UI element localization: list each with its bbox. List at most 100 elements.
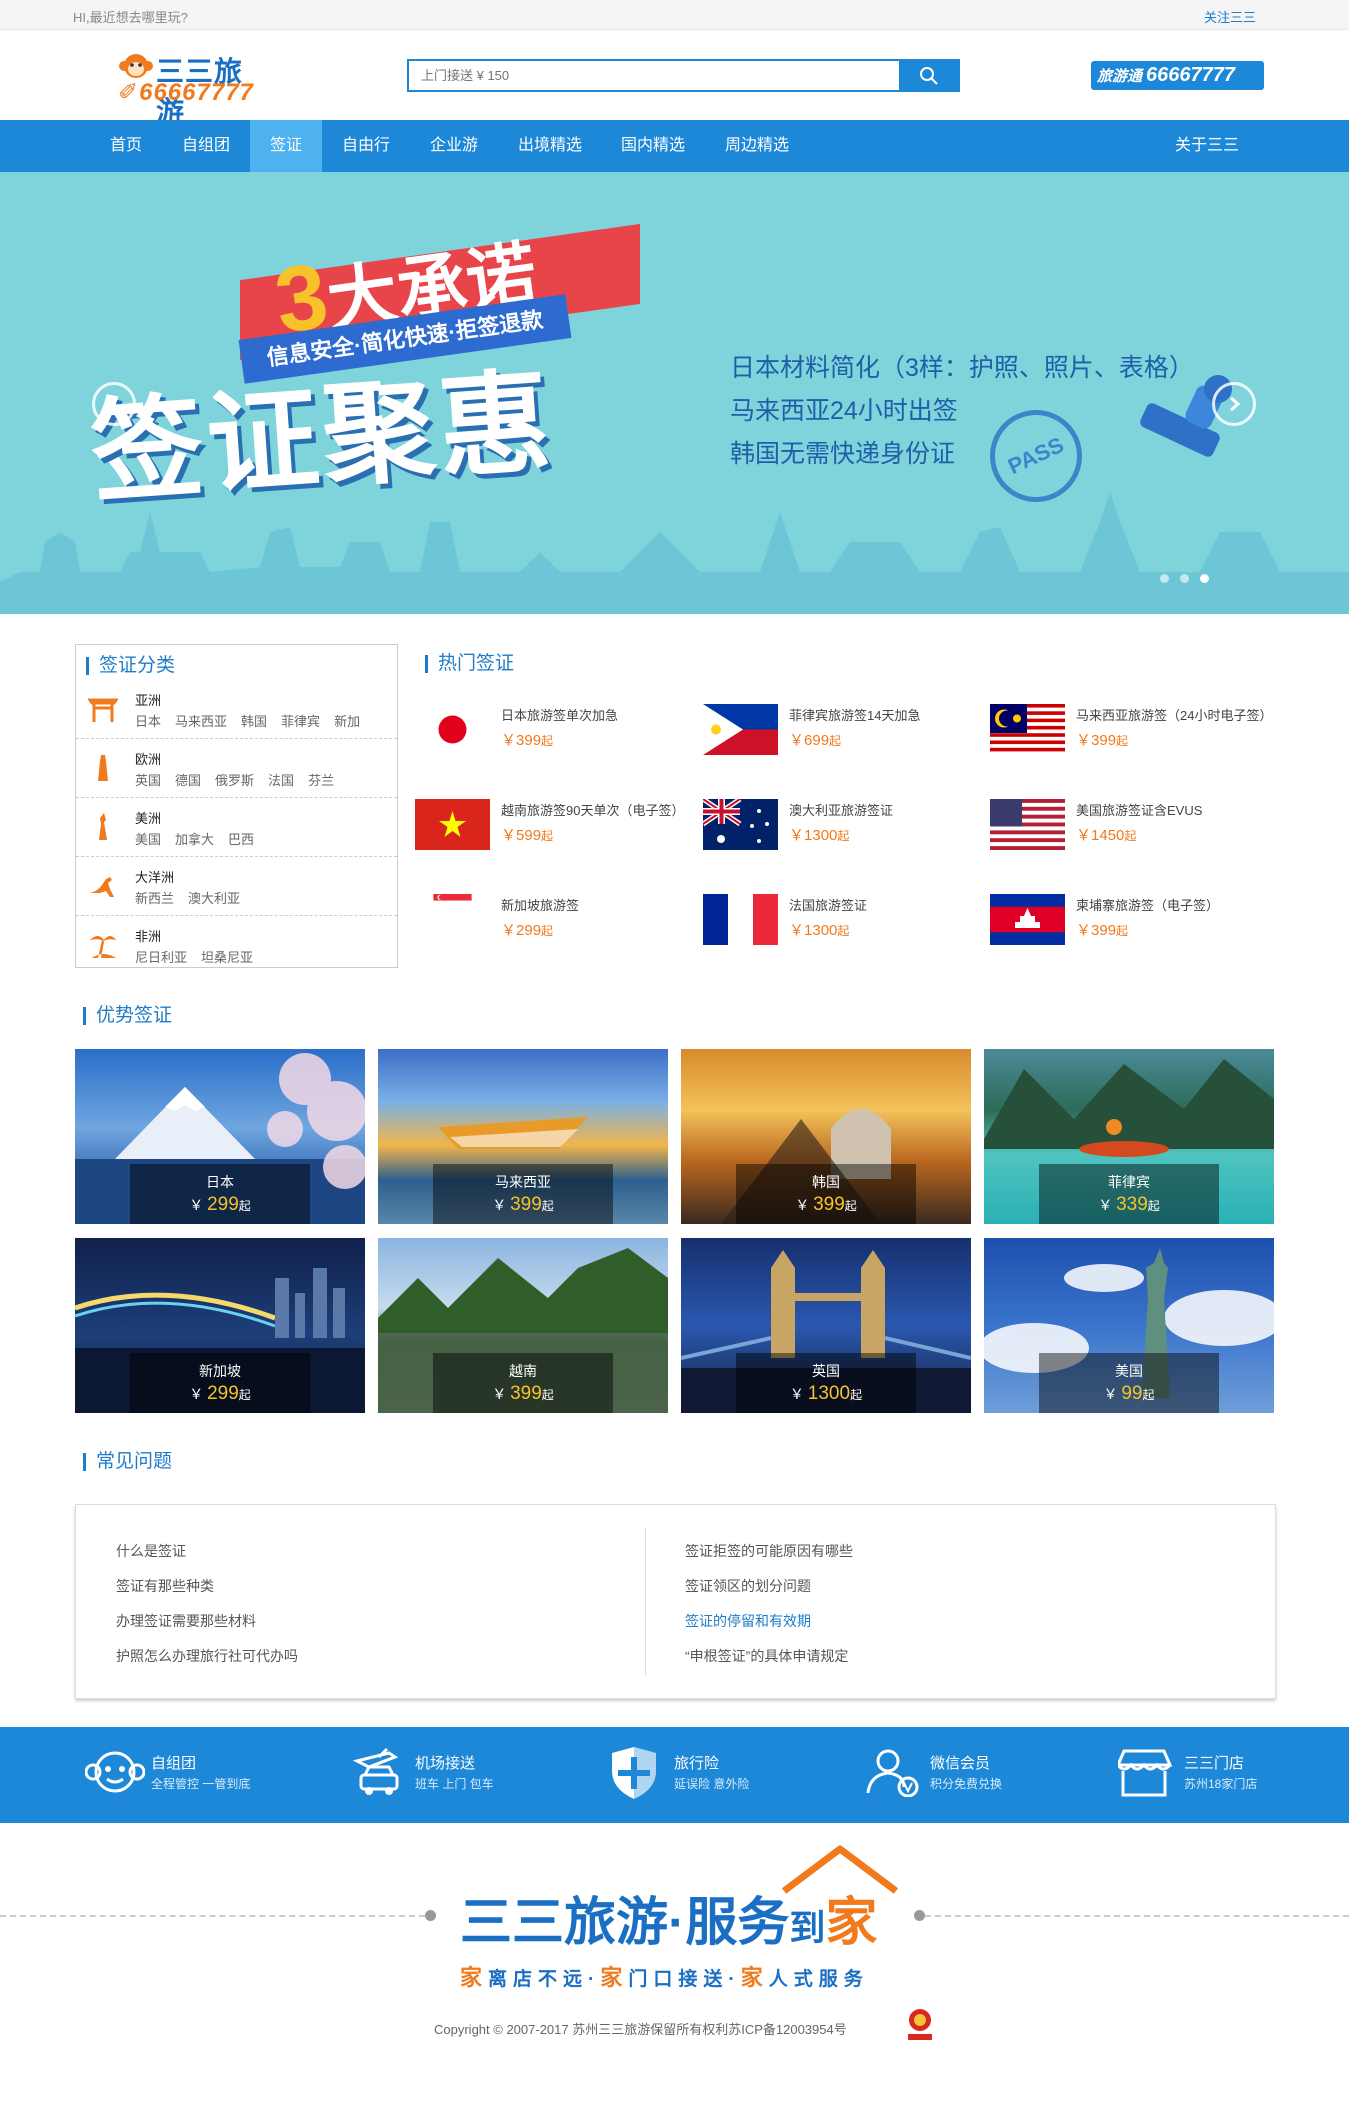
featured-visa-price: ￥ 399起 [492, 1194, 554, 1215]
hot-visa-name: 法国旅游签证 [789, 898, 868, 913]
featured-visa-card[interactable]: 菲律宾 ￥ 339起 [984, 1049, 1274, 1224]
country-link[interactable]: 美国 [135, 832, 161, 847]
banner-prev-button[interactable] [92, 382, 136, 426]
featured-visa-card[interactable]: 韩国 ￥ 399起 [681, 1049, 971, 1224]
country-link[interactable]: 德国 [175, 773, 201, 788]
category-countries: 尼日利亚 坦桑尼亚 [135, 947, 267, 966]
feature-title: 机场接送 [415, 1755, 476, 1772]
hot-visa-name: 菲律宾旅游签14天加急 [789, 708, 921, 723]
nav-item-home[interactable]: 首页 [90, 120, 162, 172]
country-link[interactable]: 坦桑尼亚 [201, 950, 253, 965]
featured-visa-card[interactable]: 日本 ￥ 299起 [75, 1049, 365, 1224]
featured-visa-card[interactable]: 越南 ￥ 399起 [378, 1238, 668, 1413]
nav-item-visa[interactable]: 签证 [250, 120, 322, 172]
faq-question[interactable]: 签证领区的划分问题 [685, 1576, 811, 1596]
visa-category-panel: 签证分类 亚洲 日本 马来西亚 韩国 菲律宾 新加 欧洲 英国 德国 俄罗斯 法国 芬兰 美洲 … [75, 644, 398, 968]
feature-subtitle: 积分免费兑换 [930, 1777, 1003, 1791]
category-row-europe[interactable]: 欧洲 英国 德国 俄罗斯 法国 芬兰 [76, 740, 397, 798]
country-link[interactable]: 俄罗斯 [215, 773, 254, 788]
hot-visa-item[interactable]: 法国旅游签证 ￥1300起 [703, 894, 988, 972]
hot-visa-item[interactable]: 澳大利亚旅游签证 ￥1300起 [703, 799, 988, 877]
banner-title: 签证聚惠 [86, 358, 559, 517]
nav-item-corporate[interactable]: 企业游 [418, 120, 490, 172]
hot-visa-item[interactable]: 日本旅游签单次加急 ￥399起 [415, 704, 700, 782]
featured-visa-caption: 菲律宾 ￥ 339起 [1039, 1164, 1219, 1224]
search-input[interactable] [409, 61, 899, 90]
hero-banner[interactable]: 3大承诺 信息安全·简化快速·拒签退款 签证聚惠 日本材料简化（3样：护照、照片… [0, 172, 1349, 614]
search-icon [920, 67, 938, 85]
faq-question-highlighted[interactable]: 签证的停留和有效期 [685, 1611, 811, 1631]
category-row-asia[interactable]: 亚洲 日本 马来西亚 韩国 菲律宾 新加 [76, 681, 397, 739]
feature-title: 三三门店 [1184, 1755, 1245, 1772]
nav-item-domestic[interactable]: 国内精选 [609, 120, 697, 172]
featured-visa-price: ￥ 339起 [1098, 1194, 1160, 1215]
faq-question[interactable]: 护照怎么办理旅行社可代办吗 [116, 1646, 298, 1666]
chevron-right-icon [1230, 396, 1241, 412]
hot-visa-price: ￥399起 [501, 732, 554, 749]
search-button[interactable] [900, 59, 960, 92]
hotline-number: 66667777 [1146, 64, 1235, 86]
carousel-dot-active[interactable] [1200, 574, 1209, 583]
hotline-badge: 旅游通 66667777 [1091, 61, 1264, 90]
site-logo[interactable]: 三三旅游 ✐66667777 [118, 50, 258, 127]
country-link[interactable]: 马来西亚 [175, 714, 227, 729]
feature-subtitle: 全程管控 一管到底 [151, 1777, 251, 1791]
hot-visa-item[interactable]: 新加坡旅游签 ￥299起 [415, 894, 700, 972]
featured-visa-card[interactable]: 马来西亚 ￥ 399起 [378, 1049, 668, 1224]
country-link[interactable]: 法国 [268, 773, 294, 788]
country-link[interactable]: 菲律宾 [281, 714, 320, 729]
category-countries: 日本 马来西亚 韩国 菲律宾 新加 [135, 711, 374, 730]
nav-item-group-tour[interactable]: 自组团 [170, 120, 242, 172]
footer-divider-dot [914, 1910, 925, 1921]
footer-slogan: 家离店不远·家门口接送·家人式服务 [460, 1965, 869, 1990]
featured-visa-caption: 日本 ￥ 299起 [130, 1164, 310, 1224]
hot-visa-item[interactable]: 柬埔寨旅游签（电子签） ￥399起 [990, 894, 1275, 972]
hot-visa-price: ￥599起 [501, 827, 554, 844]
featured-visa-card[interactable]: 英国 ￥ 1300起 [681, 1238, 971, 1413]
faq-question[interactable]: 签证有那些种类 [116, 1576, 214, 1596]
category-countries: 美国 加拿大 巴西 [135, 829, 268, 848]
category-row-americas[interactable]: 美洲 美国 加拿大 巴西 [76, 799, 397, 857]
country-link[interactable]: 加拿大 [175, 832, 214, 847]
feature-subtitle: 苏州18家门店 [1184, 1777, 1258, 1791]
carousel-dot[interactable] [1160, 574, 1169, 583]
faq-question[interactable]: 签证拒签的可能原因有哪些 [685, 1541, 853, 1561]
feature-subtitle: 班车 上门 包车 [415, 1777, 494, 1791]
follow-link[interactable]: 关注三三 [1204, 7, 1256, 26]
faq-title: 常见问题 [83, 1452, 172, 1471]
statue-of-liberty-icon [99, 813, 107, 840]
hot-visa-item[interactable]: 菲律宾旅游签14天加急 ￥699起 [703, 704, 988, 782]
category-row-africa[interactable]: 非洲 尼日利亚 坦桑尼亚 [76, 917, 397, 975]
hot-visa-item[interactable]: 马来西亚旅游签（24小时电子签） ￥399起 [990, 704, 1275, 782]
hot-visa-price: ￥299起 [501, 922, 554, 939]
hot-visa-price: ￥1450起 [1076, 827, 1137, 844]
country-link[interactable]: 澳大利亚 [188, 891, 240, 906]
featured-visa-caption: 越南 ￥ 399起 [433, 1353, 613, 1413]
country-link[interactable]: 芬兰 [308, 773, 334, 788]
country-link[interactable]: 新加 [334, 714, 360, 729]
nav-item-free-travel[interactable]: 自由行 [330, 120, 402, 172]
country-link[interactable]: 英国 [135, 773, 161, 788]
featured-visa-card[interactable]: 美国 ￥ 99起 [984, 1238, 1274, 1413]
country-link[interactable]: 新西兰 [135, 891, 174, 906]
faq-question[interactable]: 办理签证需要那些材料 [116, 1611, 256, 1631]
category-row-oceania[interactable]: 大洋洲 新西兰 澳大利亚 [76, 858, 397, 916]
featured-visa-card[interactable]: 新加坡 ￥ 299起 [75, 1238, 365, 1413]
country-link[interactable]: 日本 [135, 714, 161, 729]
nav-item-nearby[interactable]: 周边精选 [713, 120, 801, 172]
carousel-dot[interactable] [1180, 574, 1189, 583]
banner-next-button[interactable] [1212, 382, 1256, 426]
nav-item-outbound[interactable]: 出境精选 [506, 120, 594, 172]
country-link[interactable]: 巴西 [228, 832, 254, 847]
hot-visa-name: 美国旅游签证含EVUS [1076, 803, 1203, 818]
faq-question[interactable]: “申根签证”的具体申请规定 [685, 1646, 848, 1666]
hot-visa-item[interactable]: 越南旅游签90天单次（电子签） ￥599起 [415, 799, 700, 877]
business-license-badge-icon[interactable] [904, 2007, 936, 2041]
africa-palm-icon [90, 936, 116, 958]
nav-item-about[interactable]: 关于三三 [1167, 120, 1247, 172]
hot-visa-item[interactable]: 美国旅游签证含EVUS ￥1450起 [990, 799, 1275, 877]
faq-question[interactable]: 什么是签证 [116, 1541, 186, 1561]
country-link[interactable]: 尼日利亚 [135, 950, 187, 965]
country-link[interactable]: 韩国 [241, 714, 267, 729]
featured-visa-caption: 马来西亚 ￥ 399起 [433, 1164, 613, 1224]
